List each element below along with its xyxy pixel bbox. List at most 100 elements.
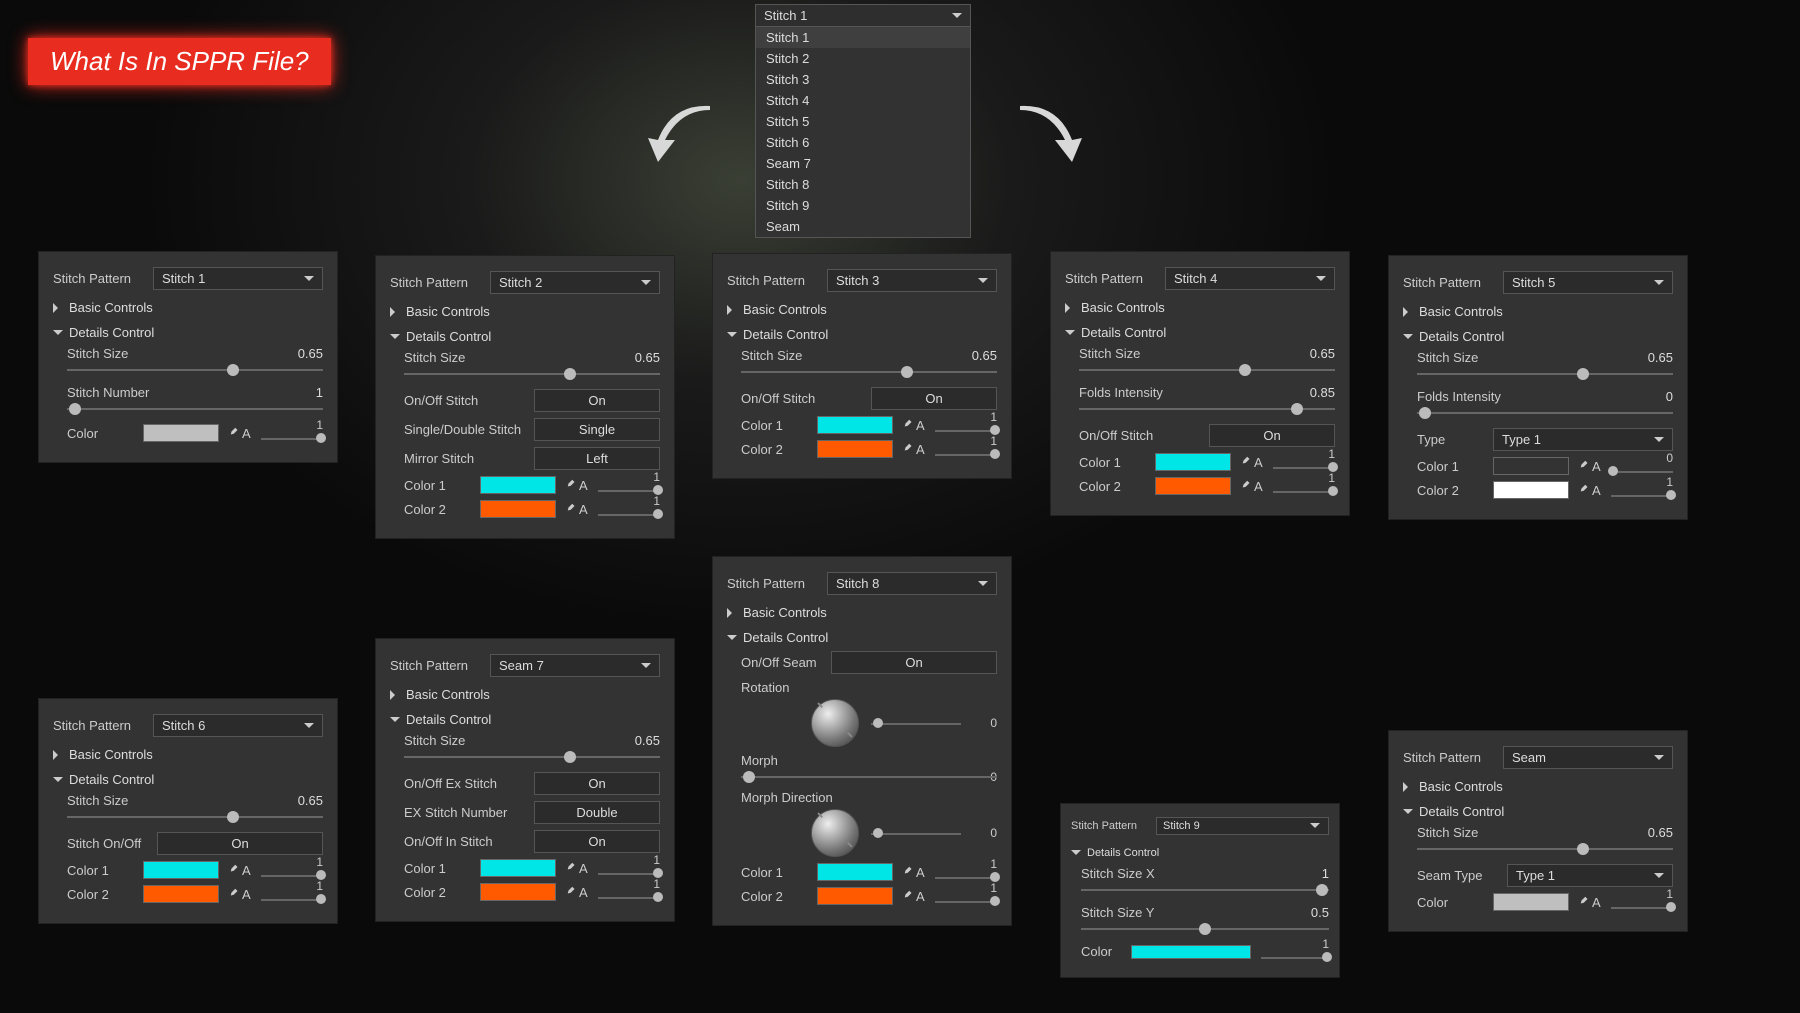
details-control-header[interactable]: Details Control xyxy=(727,327,997,342)
details-control-header[interactable]: Details Control xyxy=(53,772,323,787)
eyedropper-icon[interactable]: A xyxy=(564,502,588,517)
stitch-pattern-select[interactable]: Stitch 5 xyxy=(1503,271,1673,294)
onoff-stitch-button[interactable]: On xyxy=(534,389,660,412)
stitch-size-slider[interactable] xyxy=(1417,842,1673,856)
eyedropper-icon[interactable]: A xyxy=(901,442,925,457)
basic-controls-header[interactable]: Basic Controls xyxy=(727,302,997,317)
eyedropper-icon[interactable]: A xyxy=(227,863,251,878)
details-control-header[interactable]: Details Control xyxy=(390,712,660,727)
onoff-ex-button[interactable]: On xyxy=(534,772,660,795)
details-control-header[interactable]: Details Control xyxy=(390,329,660,344)
color-alpha-slider[interactable]: 1 xyxy=(1611,901,1673,903)
dropdown-selected[interactable]: Stitch 1 xyxy=(755,4,971,27)
dropdown-item[interactable]: Stitch 8 xyxy=(756,174,970,195)
basic-controls-header[interactable]: Basic Controls xyxy=(1065,300,1335,315)
stitch-size-slider[interactable] xyxy=(67,363,323,377)
color-swatch[interactable] xyxy=(143,424,219,442)
color-alpha-slider[interactable]: 1 xyxy=(1261,951,1329,953)
color2-swatch[interactable] xyxy=(1493,481,1569,499)
color1-alpha-slider[interactable]: 0 xyxy=(1611,465,1673,467)
dropdown-item[interactable]: Stitch 1 xyxy=(756,27,970,48)
eyedropper-icon[interactable]: A xyxy=(564,478,588,493)
color-swatch[interactable] xyxy=(1493,893,1569,911)
color2-swatch[interactable] xyxy=(1155,477,1231,495)
eyedropper-icon[interactable]: A xyxy=(901,889,925,904)
basic-controls-header[interactable]: Basic Controls xyxy=(53,300,323,315)
onoff-stitch-button[interactable]: On xyxy=(1209,424,1335,447)
color2-swatch[interactable] xyxy=(817,887,893,905)
stitch-number-slider[interactable] xyxy=(67,402,323,416)
color1-alpha-slider[interactable]: 1 xyxy=(935,424,997,426)
color1-alpha-slider[interactable]: 1 xyxy=(935,871,997,873)
stitch-size-slider[interactable] xyxy=(741,365,997,379)
eyedropper-icon[interactable]: A xyxy=(1239,455,1263,470)
basic-controls-header[interactable]: Basic Controls xyxy=(1403,304,1673,319)
color1-swatch[interactable] xyxy=(480,859,556,877)
eyedropper-icon[interactable]: A xyxy=(901,418,925,433)
dropdown-item[interactable]: Stitch 4 xyxy=(756,90,970,111)
color2-swatch[interactable] xyxy=(480,500,556,518)
basic-controls-header[interactable]: Basic Controls xyxy=(390,687,660,702)
stitch-pattern-select[interactable]: Stitch 9 xyxy=(1156,817,1329,835)
dropdown-item[interactable]: Stitch 6 xyxy=(756,132,970,153)
details-control-header[interactable]: Details Control xyxy=(53,325,323,340)
eyedropper-icon[interactable]: A xyxy=(1577,459,1601,474)
stitch-pattern-select[interactable]: Stitch 2 xyxy=(490,271,660,294)
color1-swatch[interactable] xyxy=(817,863,893,881)
color2-alpha-slider[interactable]: 1 xyxy=(1611,489,1673,491)
basic-controls-header[interactable]: Basic Controls xyxy=(390,304,660,319)
stitch-size-slider[interactable] xyxy=(1079,363,1335,377)
basic-controls-header[interactable]: Basic Controls xyxy=(1403,779,1673,794)
rotation-dial[interactable] xyxy=(811,699,859,747)
stitch-size-slider[interactable] xyxy=(67,810,323,824)
stitch-size-slider[interactable] xyxy=(1417,367,1673,381)
folds-intensity-slider[interactable] xyxy=(1079,402,1335,416)
stitch-pattern-select[interactable]: Stitch 8 xyxy=(827,572,997,595)
color1-alpha-slider[interactable]: 1 xyxy=(1273,461,1335,463)
color-alpha-slider[interactable]: 1 xyxy=(261,432,323,434)
color2-swatch[interactable] xyxy=(143,885,219,903)
dropdown-item[interactable]: Stitch 9 xyxy=(756,195,970,216)
details-control-header[interactable]: Details Control xyxy=(727,630,997,645)
onoff-seam-button[interactable]: On xyxy=(831,651,997,674)
details-control-header[interactable]: Details Control xyxy=(1071,845,1329,860)
ex-number-button[interactable]: Double xyxy=(534,801,660,824)
eyedropper-icon[interactable]: A xyxy=(1577,483,1601,498)
mirror-stitch-button[interactable]: Left xyxy=(534,447,660,470)
morph-slider[interactable] xyxy=(741,770,997,784)
morph-direction-dial[interactable] xyxy=(811,809,859,857)
seam-type-select[interactable]: Type 1 xyxy=(1507,864,1673,887)
eyedropper-icon[interactable]: A xyxy=(1577,895,1601,910)
dropdown-item[interactable]: Stitch 2 xyxy=(756,48,970,69)
color1-swatch[interactable] xyxy=(817,416,893,434)
color-swatch[interactable] xyxy=(1131,945,1251,959)
color1-alpha-slider[interactable]: 1 xyxy=(261,869,323,871)
color2-alpha-slider[interactable]: 1 xyxy=(261,893,323,895)
color2-alpha-slider[interactable]: 1 xyxy=(598,508,660,510)
basic-controls-header[interactable]: Basic Controls xyxy=(727,605,997,620)
type-select[interactable]: Type 1 xyxy=(1493,428,1673,451)
color1-swatch[interactable] xyxy=(1493,457,1569,475)
stitch-pattern-select[interactable]: Stitch 3 xyxy=(827,269,997,292)
eyedropper-icon[interactable]: A xyxy=(564,861,588,876)
onoff-stitch-button[interactable]: On xyxy=(871,387,997,410)
stitch-onoff-button[interactable]: On xyxy=(157,832,323,855)
stitch-size-slider[interactable] xyxy=(404,367,660,381)
color2-alpha-slider[interactable]: 1 xyxy=(598,891,660,893)
stitch-pattern-select[interactable]: Stitch 1 xyxy=(153,267,323,290)
eyedropper-icon[interactable]: A xyxy=(901,865,925,880)
dropdown-item[interactable]: Seam xyxy=(756,216,970,237)
dropdown-item[interactable]: Stitch 5 xyxy=(756,111,970,132)
color1-alpha-slider[interactable]: 1 xyxy=(598,867,660,869)
color1-swatch[interactable] xyxy=(143,861,219,879)
basic-controls-header[interactable]: Basic Controls xyxy=(53,747,323,762)
color2-alpha-slider[interactable]: 1 xyxy=(935,895,997,897)
single-double-button[interactable]: Single xyxy=(534,418,660,441)
color2-swatch[interactable] xyxy=(817,440,893,458)
color1-swatch[interactable] xyxy=(480,476,556,494)
morph-direction-slider[interactable] xyxy=(871,827,961,839)
details-control-header[interactable]: Details Control xyxy=(1065,325,1335,340)
onoff-in-button[interactable]: On xyxy=(534,830,660,853)
stitch-size-x-slider[interactable] xyxy=(1081,883,1329,897)
color1-alpha-slider[interactable]: 1 xyxy=(598,484,660,486)
